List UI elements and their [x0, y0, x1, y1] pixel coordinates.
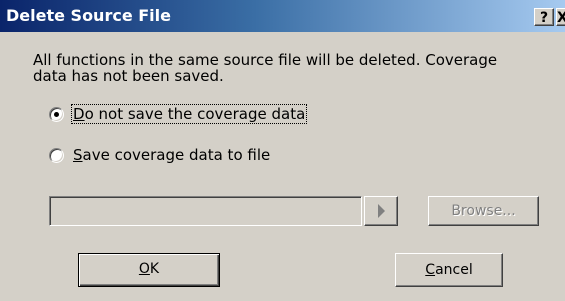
radio-button-selected[interactable] — [49, 107, 64, 122]
message-line-2: data has not been saved. — [33, 67, 224, 85]
cancel-text: ancel — [435, 262, 473, 278]
cancel-button[interactable]: Cancel — [395, 253, 503, 287]
help-button[interactable]: ? — [534, 8, 554, 26]
file-path-field[interactable] — [49, 196, 362, 226]
message-line-1: All functions in the same source file wi… — [33, 51, 498, 69]
radio-save-to-file-text: ave coverage data to file — [82, 146, 271, 164]
warning-message: All functions in the same source file wi… — [33, 52, 565, 84]
radio-save-to-file-label[interactable]: Save coverage data to file — [73, 147, 270, 163]
mnemonic-d: D — [73, 105, 85, 123]
close-button[interactable]: X — [556, 8, 565, 26]
dialog-title: Delete Source File — [6, 6, 171, 25]
radio-do-not-save-label[interactable]: Do not save the coverage data — [70, 104, 308, 124]
delete-source-file-dialog: Delete Source File ? X All functions in … — [0, 0, 565, 301]
ok-button[interactable]: OK — [78, 253, 220, 287]
radio-dot-icon — [54, 112, 59, 117]
path-history-button[interactable] — [364, 196, 398, 226]
mnemonic-s: S — [73, 146, 83, 164]
radio-do-not-save-text: o not save the coverage data — [84, 105, 306, 123]
radio-button-unselected[interactable] — [49, 148, 64, 163]
mnemonic-o: O — [138, 261, 150, 277]
ok-text: K — [149, 261, 160, 277]
play-arrow-icon — [378, 204, 385, 218]
mnemonic-c: C — [425, 262, 436, 278]
browse-button[interactable]: Browse... — [428, 196, 539, 226]
title-bar[interactable]: Delete Source File ? X — [0, 0, 565, 32]
